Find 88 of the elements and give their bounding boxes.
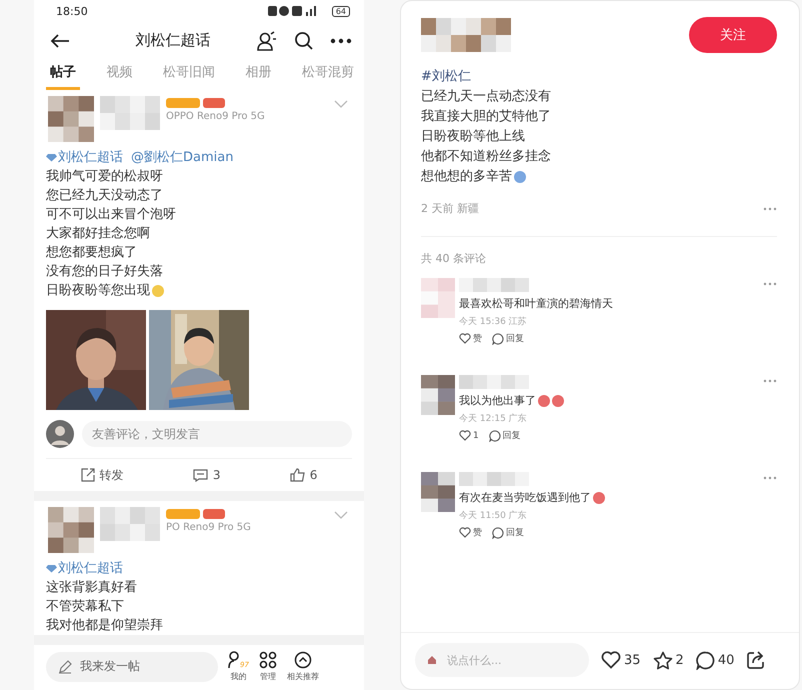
device-label: OPPO Reno9 Pro 5G [166, 111, 265, 122]
toolbar-button[interactable]: 管理 [258, 651, 277, 682]
post-text: 这张背影真好看 [46, 579, 137, 597]
user-avatar [46, 420, 74, 448]
chevron-up-icon [294, 651, 312, 669]
thumbs-up-icon [290, 468, 305, 482]
comment-button[interactable]: 40 [696, 650, 734, 670]
heart-icon [459, 527, 471, 538]
post-text: 想您都要想疯了 [46, 244, 137, 262]
blurred-avatar [421, 375, 455, 415]
heart-icon [601, 651, 621, 669]
reply-button[interactable]: 回复 [492, 332, 524, 345]
like-button[interactable]: 1 [459, 429, 479, 442]
speech-bubble-icon [492, 526, 504, 538]
blurred-name [459, 375, 529, 389]
blurred-avatar [48, 96, 94, 142]
reply-button[interactable]: 回复 [492, 526, 524, 539]
mention-link[interactable]: @劉松仁Damian [131, 148, 234, 167]
share-icon[interactable] [746, 650, 766, 670]
share-icon [80, 468, 95, 482]
hashtag-link[interactable]: #刘松仁 [421, 67, 777, 87]
device-label: PO Reno9 Pro 5G [166, 522, 251, 533]
blurred-avatar [48, 507, 94, 553]
comment-button[interactable]: 3 [192, 468, 220, 482]
speech-bubble-icon [488, 430, 501, 442]
like-button[interactable]: 赞 [459, 332, 482, 345]
heart-icon [459, 333, 471, 344]
post-text: 他都不知道粉丝多挂念 [421, 148, 551, 166]
blurred-name [459, 472, 529, 486]
blurred-avatar [421, 472, 455, 512]
gem-icon [46, 564, 57, 573]
house-icon [427, 655, 437, 665]
comment-count: 共 40 条评论 [421, 252, 486, 265]
comment-time: 今天 12:15 广东 [459, 412, 528, 425]
post-text: 我对他都是仰望崇拜 [46, 617, 163, 635]
person-icon [228, 651, 240, 669]
post-text: 不管荧幕私下 [46, 598, 124, 616]
post-text: 您已经九天没动态了 [46, 187, 163, 205]
level-badge [203, 509, 225, 519]
post-text: 想他想的多辛苦 [421, 168, 512, 186]
comment-time: 今天 15:36 江苏 [459, 316, 528, 328]
status-time: 18:50 [56, 4, 89, 18]
post-text: 已经九天一点动态没有 [421, 88, 551, 106]
post-text: 日盼夜盼等他上线 [421, 128, 525, 146]
post-field[interactable]: 我来发一帖 [46, 652, 218, 682]
comment-text: 我以为他出事了 [459, 393, 536, 408]
post-text: 我帅气可爱的松叔呀 [46, 168, 163, 186]
post-text: 大家都好挂念您啊 [46, 225, 150, 243]
fan-badge [166, 509, 200, 519]
comment-text: 有次在麦当劳吃饭遇到他了 [459, 490, 591, 505]
comment-time: 今天 11:50 广东 [459, 510, 528, 522]
blurred-name [100, 96, 160, 130]
more-icon[interactable] [330, 38, 352, 44]
post-text: 可不可以出来冒个泡呀 [46, 206, 176, 224]
battery-indicator: 64 [332, 6, 350, 17]
post-text: 日盼夜盼等您出现 [46, 282, 150, 300]
heart-icon [459, 430, 471, 441]
comment-text: 最喜欢松哥和叶童演的碧海情天 [459, 296, 613, 311]
post-meta: 2 天前 新疆 [421, 201, 479, 216]
toolbar-button[interactable]: 相关推荐 [286, 651, 319, 682]
speech-bubble-icon [696, 650, 715, 670]
grid-icon [258, 651, 277, 669]
topic-link[interactable]: 刘松仁超话 [58, 148, 123, 167]
blurred-name [459, 278, 529, 292]
follow-button[interactable]: 关注 [689, 17, 777, 53]
favorite-button[interactable]: 2 [652, 650, 684, 670]
like-button[interactable]: 6 [290, 468, 318, 482]
blurred-name [100, 507, 160, 541]
comment-field[interactable]: 友善评论，文明发言 [82, 421, 352, 447]
topic-link[interactable]: 刘松仁超话 [58, 559, 123, 578]
repost-button[interactable]: 转发 [80, 466, 124, 484]
like-button[interactable]: 35 [601, 651, 641, 669]
blurred-avatar [421, 278, 455, 318]
people-icon[interactable] [256, 30, 278, 51]
gem-icon [46, 153, 57, 162]
post-text: 没有您的日子好失落 [46, 263, 163, 281]
post-text: 我直接大胆的艾特他了 [421, 108, 551, 126]
page-title: 刘松仁超话 [134, 31, 212, 50]
search-icon[interactable] [294, 30, 314, 51]
speech-bubble-icon [492, 332, 504, 344]
comment-icon [192, 468, 208, 482]
star-icon [652, 650, 673, 670]
reply-button[interactable]: 回复 [488, 429, 521, 442]
fan-badge [166, 98, 200, 108]
back-icon[interactable] [50, 32, 70, 49]
level-badge [203, 98, 225, 108]
like-button[interactable]: 赞 [459, 526, 482, 539]
pencil-icon [58, 660, 72, 674]
